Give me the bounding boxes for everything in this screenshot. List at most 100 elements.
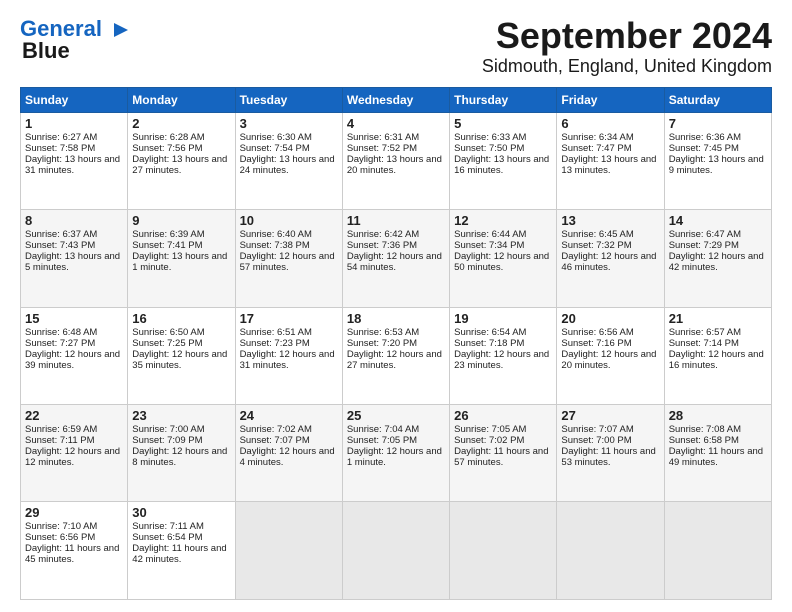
day-number: 8	[25, 213, 123, 228]
day-number: 18	[347, 311, 445, 326]
daylight-text: Daylight: 12 hours and 39 minutes.	[25, 349, 123, 371]
col-friday: Friday	[557, 87, 664, 112]
table-row: 10Sunrise: 6:40 AMSunset: 7:38 PMDayligh…	[235, 210, 342, 307]
day-number: 2	[132, 116, 230, 131]
table-row	[342, 502, 449, 600]
day-number: 1	[25, 116, 123, 131]
table-row: 21Sunrise: 6:57 AMSunset: 7:14 PMDayligh…	[664, 307, 771, 404]
table-row: 23Sunrise: 7:00 AMSunset: 7:09 PMDayligh…	[128, 405, 235, 502]
table-row: 14Sunrise: 6:47 AMSunset: 7:29 PMDayligh…	[664, 210, 771, 307]
daylight-text: Daylight: 13 hours and 1 minute.	[132, 251, 230, 273]
col-sunday: Sunday	[21, 87, 128, 112]
daylight-text: Daylight: 13 hours and 27 minutes.	[132, 154, 230, 176]
sunset-text: Sunset: 7:20 PM	[347, 338, 445, 349]
sunset-text: Sunset: 7:32 PM	[561, 240, 659, 251]
sunrise-text: Sunrise: 6:45 AM	[561, 229, 659, 240]
table-row: 25Sunrise: 7:04 AMSunset: 7:05 PMDayligh…	[342, 405, 449, 502]
table-row: 9Sunrise: 6:39 AMSunset: 7:41 PMDaylight…	[128, 210, 235, 307]
table-row: 7Sunrise: 6:36 AMSunset: 7:45 PMDaylight…	[664, 112, 771, 209]
daylight-text: Daylight: 11 hours and 57 minutes.	[454, 446, 552, 468]
daylight-text: Daylight: 12 hours and 42 minutes.	[669, 251, 767, 273]
day-number: 22	[25, 408, 123, 423]
calendar-week-row: 22Sunrise: 6:59 AMSunset: 7:11 PMDayligh…	[21, 405, 772, 502]
day-number: 23	[132, 408, 230, 423]
sunrise-text: Sunrise: 7:10 AM	[25, 521, 123, 532]
sunset-text: Sunset: 7:11 PM	[25, 435, 123, 446]
day-number: 21	[669, 311, 767, 326]
sunrise-text: Sunrise: 6:27 AM	[25, 132, 123, 143]
daylight-text: Daylight: 11 hours and 53 minutes.	[561, 446, 659, 468]
sunset-text: Sunset: 7:41 PM	[132, 240, 230, 251]
table-row: 15Sunrise: 6:48 AMSunset: 7:27 PMDayligh…	[21, 307, 128, 404]
daylight-text: Daylight: 12 hours and 31 minutes.	[240, 349, 338, 371]
day-number: 10	[240, 213, 338, 228]
table-row: 20Sunrise: 6:56 AMSunset: 7:16 PMDayligh…	[557, 307, 664, 404]
table-row: 29Sunrise: 7:10 AMSunset: 6:56 PMDayligh…	[21, 502, 128, 600]
sunrise-text: Sunrise: 7:08 AM	[669, 424, 767, 435]
day-number: 24	[240, 408, 338, 423]
title-block: September 2024 Sidmouth, England, United…	[482, 16, 772, 77]
calendar-table: Sunday Monday Tuesday Wednesday Thursday…	[20, 87, 772, 600]
daylight-text: Daylight: 12 hours and 50 minutes.	[454, 251, 552, 273]
day-number: 3	[240, 116, 338, 131]
table-row: 24Sunrise: 7:02 AMSunset: 7:07 PMDayligh…	[235, 405, 342, 502]
daylight-text: Daylight: 12 hours and 23 minutes.	[454, 349, 552, 371]
daylight-text: Daylight: 13 hours and 13 minutes.	[561, 154, 659, 176]
col-thursday: Thursday	[450, 87, 557, 112]
sunset-text: Sunset: 6:54 PM	[132, 532, 230, 543]
daylight-text: Daylight: 12 hours and 12 minutes.	[25, 446, 123, 468]
calendar-week-row: 15Sunrise: 6:48 AMSunset: 7:27 PMDayligh…	[21, 307, 772, 404]
sunrise-text: Sunrise: 7:04 AM	[347, 424, 445, 435]
daylight-text: Daylight: 12 hours and 27 minutes.	[347, 349, 445, 371]
sunrise-text: Sunrise: 6:59 AM	[25, 424, 123, 435]
day-number: 16	[132, 311, 230, 326]
sunset-text: Sunset: 7:34 PM	[454, 240, 552, 251]
daylight-text: Daylight: 13 hours and 5 minutes.	[25, 251, 123, 273]
day-number: 4	[347, 116, 445, 131]
daylight-text: Daylight: 13 hours and 9 minutes.	[669, 154, 767, 176]
day-number: 20	[561, 311, 659, 326]
sunrise-text: Sunrise: 6:53 AM	[347, 327, 445, 338]
sunrise-text: Sunrise: 7:00 AM	[132, 424, 230, 435]
sunrise-text: Sunrise: 6:51 AM	[240, 327, 338, 338]
sunset-text: Sunset: 7:45 PM	[669, 143, 767, 154]
sunset-text: Sunset: 7:00 PM	[561, 435, 659, 446]
sunset-text: Sunset: 7:18 PM	[454, 338, 552, 349]
table-row: 12Sunrise: 6:44 AMSunset: 7:34 PMDayligh…	[450, 210, 557, 307]
table-row: 19Sunrise: 6:54 AMSunset: 7:18 PMDayligh…	[450, 307, 557, 404]
sunrise-text: Sunrise: 6:36 AM	[669, 132, 767, 143]
calendar-week-row: 8Sunrise: 6:37 AMSunset: 7:43 PMDaylight…	[21, 210, 772, 307]
col-saturday: Saturday	[664, 87, 771, 112]
sunset-text: Sunset: 7:43 PM	[25, 240, 123, 251]
table-row: 28Sunrise: 7:08 AMSunset: 6:58 PMDayligh…	[664, 405, 771, 502]
col-tuesday: Tuesday	[235, 87, 342, 112]
day-number: 6	[561, 116, 659, 131]
table-row: 26Sunrise: 7:05 AMSunset: 7:02 PMDayligh…	[450, 405, 557, 502]
table-row: 4Sunrise: 6:31 AMSunset: 7:52 PMDaylight…	[342, 112, 449, 209]
sunrise-text: Sunrise: 7:11 AM	[132, 521, 230, 532]
sunrise-text: Sunrise: 6:39 AM	[132, 229, 230, 240]
table-row: 8Sunrise: 6:37 AMSunset: 7:43 PMDaylight…	[21, 210, 128, 307]
sunset-text: Sunset: 7:16 PM	[561, 338, 659, 349]
day-number: 5	[454, 116, 552, 131]
sunrise-text: Sunrise: 6:37 AM	[25, 229, 123, 240]
sunrise-text: Sunrise: 6:44 AM	[454, 229, 552, 240]
sunset-text: Sunset: 7:36 PM	[347, 240, 445, 251]
table-row: 18Sunrise: 6:53 AMSunset: 7:20 PMDayligh…	[342, 307, 449, 404]
table-row: 5Sunrise: 6:33 AMSunset: 7:50 PMDaylight…	[450, 112, 557, 209]
sunset-text: Sunset: 7:02 PM	[454, 435, 552, 446]
sunrise-text: Sunrise: 6:34 AM	[561, 132, 659, 143]
table-row	[557, 502, 664, 600]
sunset-text: Sunset: 7:56 PM	[132, 143, 230, 154]
calendar-title: September 2024	[482, 16, 772, 56]
day-number: 26	[454, 408, 552, 423]
calendar-subtitle: Sidmouth, England, United Kingdom	[482, 56, 772, 77]
table-row: 1Sunrise: 6:27 AMSunset: 7:58 PMDaylight…	[21, 112, 128, 209]
page: General Blue September 2024 Sidmouth, En…	[0, 0, 792, 612]
sunset-text: Sunset: 7:58 PM	[25, 143, 123, 154]
header: General Blue September 2024 Sidmouth, En…	[20, 16, 772, 77]
sunset-text: Sunset: 7:25 PM	[132, 338, 230, 349]
table-row	[450, 502, 557, 600]
sunset-text: Sunset: 7:47 PM	[561, 143, 659, 154]
day-number: 7	[669, 116, 767, 131]
